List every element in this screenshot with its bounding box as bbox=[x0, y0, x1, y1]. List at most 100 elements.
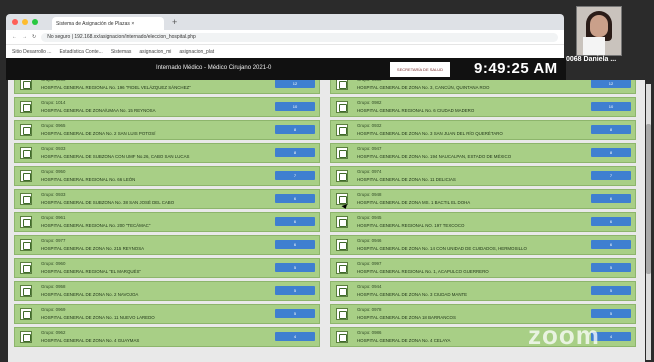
minimize-window-icon[interactable] bbox=[22, 19, 28, 25]
group-label: Grupo: 0969 bbox=[41, 307, 66, 312]
hospital-icon bbox=[336, 170, 348, 182]
hospital-name: HOSPITAL GENERAL REGIONAL No. 1, ACAPULC… bbox=[357, 269, 489, 274]
select-button[interactable]: 8 bbox=[591, 148, 631, 157]
bookmarks-bar: Sitio Desarrollo ... Estadística Conte..… bbox=[6, 44, 564, 59]
select-button[interactable]: 7 bbox=[591, 171, 631, 180]
table-row: Grupo: 1014 HOSPITAL GENERAL DE ZONA/UMAA… bbox=[14, 97, 645, 117]
hospital-card[interactable]: Grupo: 0974 HOSPITAL GENERAL DE ZONA No. … bbox=[330, 166, 636, 186]
hospital-card[interactable]: Grupo: 0960 HOSPITAL GENERAL REGIONAL "EL… bbox=[14, 258, 320, 278]
select-button[interactable]: 6 bbox=[275, 194, 315, 203]
hospital-icon bbox=[336, 285, 348, 297]
url-text: No seguro | 192.168.xx/asignacion/intern… bbox=[47, 34, 196, 40]
group-label: Grupo: 0932 bbox=[357, 123, 382, 128]
group-label: Grupo: 0965 bbox=[41, 123, 66, 128]
select-button[interactable]: 6 bbox=[591, 194, 631, 203]
bookmark-item[interactable]: Sitio Desarrollo ... bbox=[12, 49, 51, 55]
hospital-card[interactable]: Grupo: 0962 HOSPITAL GENERAL DE ZONA No. … bbox=[14, 327, 320, 347]
participant-name: 0068 Daniela ... bbox=[566, 56, 617, 63]
select-button[interactable]: 5 bbox=[591, 263, 631, 272]
hospital-card[interactable]: Grupo: 0933 HOSPITAL GENERAL DE SUBZONA C… bbox=[14, 143, 320, 163]
hospital-name: HOSPITAL GENERAL REGIONAL No. 6 CIUDAD M… bbox=[357, 108, 475, 113]
scrollbar[interactable] bbox=[646, 84, 651, 360]
group-label: Grupo: 0982 bbox=[357, 100, 382, 105]
hospital-name: HOSPITAL GENERAL REGIONAL No. 200 "TECÁM… bbox=[41, 223, 151, 228]
select-button[interactable]: 12 bbox=[591, 80, 631, 88]
group-label: Grupo: 0958 bbox=[41, 284, 66, 289]
hospital-icon bbox=[20, 80, 32, 90]
hospital-card[interactable]: Grupo: 0948 HOSPITAL GENERAL DE ZONA MS. … bbox=[330, 189, 636, 209]
group-label: Grupo: 0948 bbox=[357, 192, 382, 197]
select-button[interactable]: 6 bbox=[275, 240, 315, 249]
tab-bar: Sistema de Asignación de Plazas × + bbox=[6, 14, 564, 30]
select-button[interactable]: 6 bbox=[591, 240, 631, 249]
hospital-card[interactable]: Grupo: 0960 HOSPITAL GENERAL REGIONAL No.… bbox=[14, 80, 320, 94]
hospital-card[interactable]: Grupo: 0946 HOSPITAL GENERAL DE ZONA No. … bbox=[330, 235, 636, 255]
hospital-card[interactable]: Grupo: 0961 HOSPITAL GENERAL REGIONAL No.… bbox=[14, 212, 320, 232]
tab-title: Sistema de Asignación de Plazas × bbox=[56, 20, 135, 27]
zoom-watermark: zoom bbox=[528, 320, 600, 350]
hospital-name: HOSPITAL GENERAL DE ZONA No. 4 GUAYMAS bbox=[41, 338, 140, 343]
back-icon[interactable]: ← bbox=[12, 34, 17, 40]
hospital-icon bbox=[20, 262, 32, 274]
select-button[interactable]: 12 bbox=[275, 80, 315, 88]
group-label: Grupo: 0960 bbox=[41, 80, 65, 82]
select-button[interactable]: 6 bbox=[591, 217, 631, 226]
new-tab-icon[interactable]: + bbox=[172, 17, 177, 27]
browser-tab[interactable]: Sistema de Asignación de Plazas × bbox=[52, 17, 164, 30]
hospital-name: HOSPITAL GENERAL DE ZONA MS. 1 BACTIL EL… bbox=[357, 200, 471, 205]
hospital-card[interactable]: Grupo: 0947 HOSPITAL GENERAL DE ZONA No. … bbox=[330, 143, 636, 163]
select-button[interactable]: 5 bbox=[275, 286, 315, 295]
reload-icon[interactable]: ↻ bbox=[32, 34, 36, 40]
group-label: Grupo: 0986 bbox=[357, 330, 382, 335]
hospital-name: HOSPITAL GENERAL DE ZONA No. 14 CON UNID… bbox=[357, 246, 527, 251]
hospital-icon bbox=[20, 308, 32, 320]
hospital-card[interactable]: Grupo: 0944 HOSPITAL GENERAL DE ZONA No. … bbox=[330, 281, 636, 301]
select-button[interactable]: 5 bbox=[591, 309, 631, 318]
table-row: Grupo: 0933 HOSPITAL GENERAL DE SUBZONA N… bbox=[14, 189, 645, 209]
select-button[interactable]: 5 bbox=[275, 263, 315, 272]
select-button[interactable]: 10 bbox=[275, 102, 315, 111]
hospital-icon bbox=[20, 239, 32, 251]
select-button[interactable]: 6 bbox=[275, 217, 315, 226]
participant-paper bbox=[583, 37, 605, 55]
hospital-card[interactable]: Grupo: 0945 HOSPITAL GENERAL REGIONAL NO.… bbox=[330, 212, 636, 232]
bookmark-item[interactable]: Sistemas bbox=[111, 49, 132, 55]
select-button[interactable]: 5 bbox=[275, 309, 315, 318]
hospital-icon bbox=[20, 193, 32, 205]
bookmark-item[interactable]: Estadística Conte... bbox=[59, 49, 102, 55]
select-button[interactable]: 7 bbox=[275, 171, 315, 180]
hospital-icon bbox=[336, 147, 348, 159]
url-field[interactable]: No seguro | 192.168.xx/asignacion/intern… bbox=[41, 32, 558, 42]
hospital-icon bbox=[336, 308, 348, 320]
table-row: Grupo: 0960 HOSPITAL GENERAL REGIONAL "EL… bbox=[14, 258, 645, 278]
select-button[interactable]: 8 bbox=[591, 125, 631, 134]
select-button[interactable]: 8 bbox=[275, 148, 315, 157]
select-button[interactable]: 8 bbox=[275, 125, 315, 134]
select-button[interactable]: 10 bbox=[591, 102, 631, 111]
hospital-card[interactable]: Grupo: 0958 HOSPITAL GENERAL DE ZONA No. … bbox=[14, 281, 320, 301]
hospital-card[interactable]: Grupo: 0982 HOSPITAL GENERAL REGIONAL No.… bbox=[330, 97, 636, 117]
forward-icon[interactable]: → bbox=[22, 34, 27, 40]
hospital-card[interactable]: Grupo: 0965 HOSPITAL GENERAL DE ZONA No. … bbox=[14, 120, 320, 140]
maximize-window-icon[interactable] bbox=[32, 19, 38, 25]
hospital-card[interactable]: Grupo: 0980 HOSPITAL GENERAL DE ZONA No. … bbox=[330, 80, 636, 94]
hospital-card[interactable]: Grupo: 0933 HOSPITAL GENERAL DE SUBZONA N… bbox=[14, 189, 320, 209]
hospital-card[interactable]: Grupo: 0997 HOSPITAL GENERAL REGIONAL No.… bbox=[330, 258, 636, 278]
scrollbar-thumb[interactable] bbox=[646, 124, 651, 274]
hospital-name: HOSPITAL GENERAL DE SUBZONA CON UMF No.2… bbox=[41, 154, 190, 159]
hospital-icon bbox=[20, 285, 32, 297]
select-button[interactable]: 5 bbox=[591, 286, 631, 295]
group-label: Grupo: 0947 bbox=[357, 146, 382, 151]
logo: SECRETARÍA DE SALUD bbox=[390, 62, 450, 77]
hospital-card[interactable]: Grupo: 0977 HOSPITAL GENERAL DE ZONA No. … bbox=[14, 235, 320, 255]
close-window-icon[interactable] bbox=[12, 19, 18, 25]
bookmark-item[interactable]: asignacion_mi bbox=[139, 49, 171, 55]
bookmark-item[interactable]: asignacion_plat bbox=[179, 49, 214, 55]
hospital-card[interactable]: Grupo: 0932 HOSPITAL GENERAL DE ZONA No. … bbox=[330, 120, 636, 140]
hospital-card[interactable]: Grupo: 0969 HOSPITAL GENERAL DE ZONA No. … bbox=[14, 304, 320, 324]
clock: 9:49:25 AM bbox=[474, 60, 558, 77]
hospital-name: HOSPITAL GENERAL DE ZONA No. 3, CANCÚN, … bbox=[357, 85, 490, 90]
select-button[interactable]: 4 bbox=[275, 332, 315, 341]
hospital-card[interactable]: Grupo: 1014 HOSPITAL GENERAL DE ZONA/UMAA… bbox=[14, 97, 320, 117]
hospital-card[interactable]: Grupo: 0950 HOSPITAL GENERAL REGIONAL No.… bbox=[14, 166, 320, 186]
